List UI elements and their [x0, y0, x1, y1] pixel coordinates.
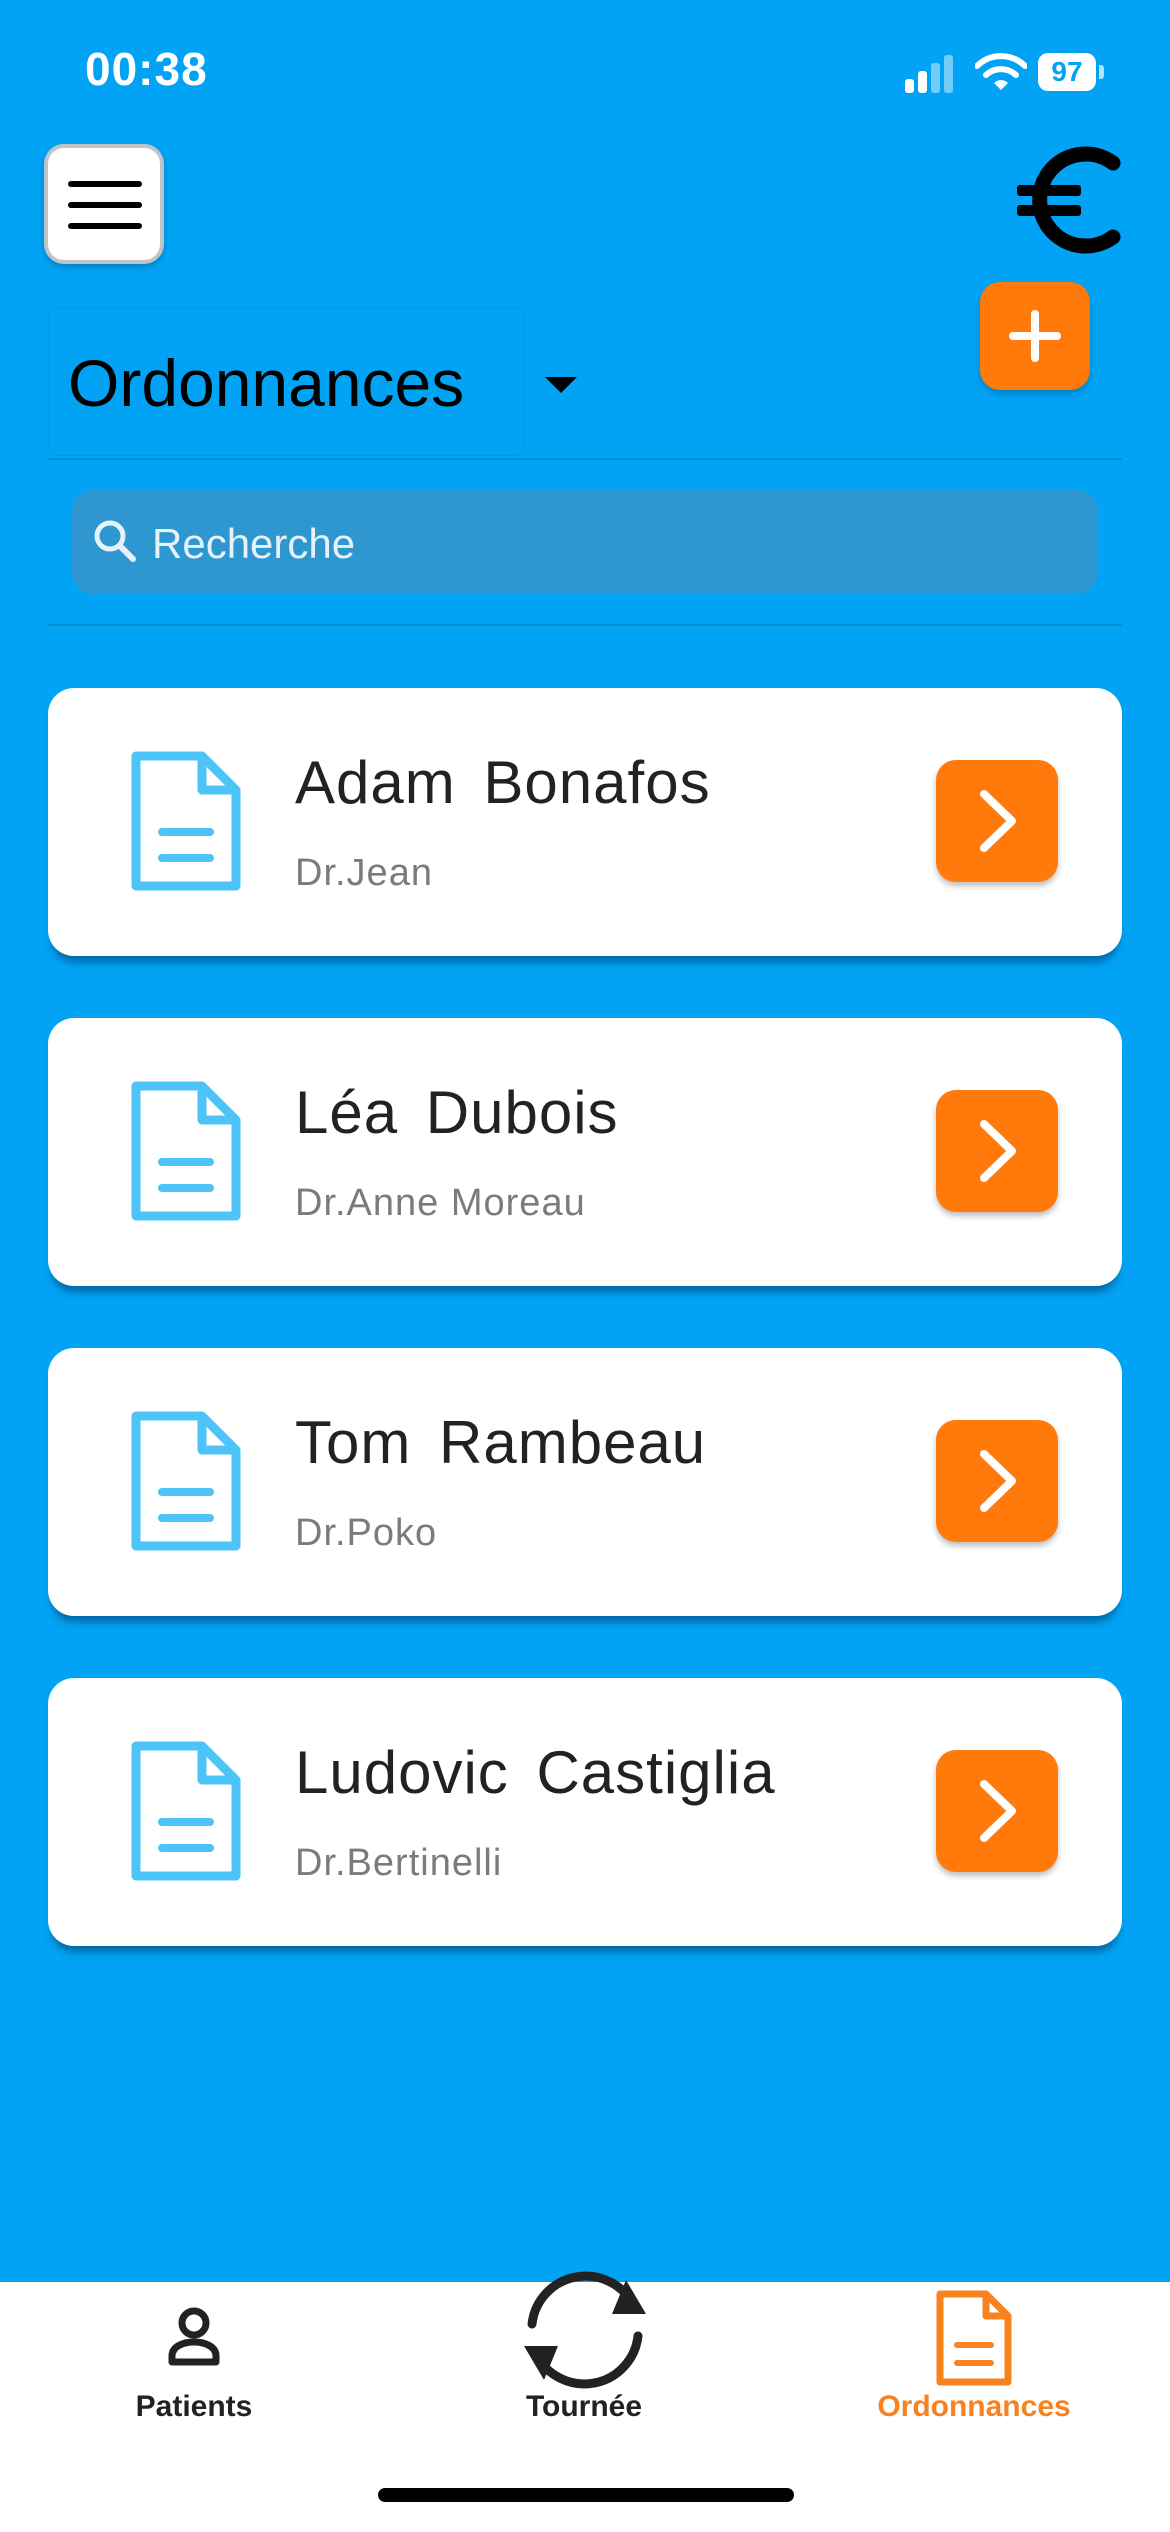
prescription-card[interactable]: Adam Bonafos Dr.Jean	[48, 688, 1122, 956]
hamburger-menu-button[interactable]	[44, 144, 164, 264]
document-icon	[131, 1741, 241, 1881]
open-prescription-button[interactable]	[936, 760, 1058, 882]
cellular-signal-icon	[905, 55, 953, 93]
prescription-card[interactable]: Léa Dubois Dr.Anne Moreau	[48, 1018, 1122, 1286]
battery-icon: 97	[1038, 53, 1104, 91]
category-dropdown-value: Ordonnances	[68, 346, 465, 420]
chevron-right-icon	[980, 1780, 1016, 1842]
status-time: 00:38	[85, 43, 208, 95]
doctor-name: Dr.Jean	[295, 852, 433, 894]
divider	[48, 624, 1122, 626]
chevron-right-icon	[980, 1450, 1016, 1512]
search-placeholder[interactable]: Recherche	[152, 520, 355, 568]
document-icon	[131, 1081, 241, 1221]
document-icon	[131, 1411, 241, 1551]
patient-name: Léa Dubois	[295, 1079, 619, 1146]
patient-name: Tom Rambeau	[295, 1409, 707, 1476]
open-prescription-button[interactable]	[936, 1090, 1058, 1212]
doctor-name: Dr.Poko	[295, 1512, 438, 1554]
wifi-icon	[975, 53, 1027, 90]
open-prescription-button[interactable]	[936, 1420, 1058, 1542]
home-indicator[interactable]	[378, 2488, 794, 2502]
patient-name: Adam Bonafos	[295, 749, 711, 816]
tab-label-tournee[interactable]: Tournée	[434, 2390, 734, 2424]
chevron-right-icon	[980, 1120, 1016, 1182]
document-icon	[936, 2290, 1012, 2386]
doctor-name: Dr.Anne Moreau	[295, 1182, 586, 1224]
battery-level: 97	[1051, 56, 1083, 87]
sync-icon	[524, 2271, 646, 2389]
document-icon	[131, 751, 241, 891]
add-prescription-button[interactable]	[980, 282, 1090, 390]
euro-icon[interactable]	[1015, 135, 1125, 265]
search-icon	[94, 520, 136, 562]
open-prescription-button[interactable]	[936, 1750, 1058, 1872]
prescription-card[interactable]: Tom Rambeau Dr.Poko	[48, 1348, 1122, 1616]
divider	[48, 458, 1122, 460]
caret-down-icon[interactable]	[545, 377, 577, 393]
doctor-name: Dr.Bertinelli	[295, 1842, 503, 1884]
plus-icon	[1009, 310, 1061, 362]
prescription-card[interactable]: Ludovic Castiglia Dr.Bertinelli	[48, 1678, 1122, 1946]
chevron-right-icon	[980, 790, 1016, 852]
tab-label-patients[interactable]: Patients	[44, 2390, 344, 2424]
person-icon	[168, 2307, 220, 2366]
tab-label-ordonnances[interactable]: Ordonnances	[824, 2390, 1124, 2424]
patient-name: Ludovic Castiglia	[295, 1739, 776, 1806]
